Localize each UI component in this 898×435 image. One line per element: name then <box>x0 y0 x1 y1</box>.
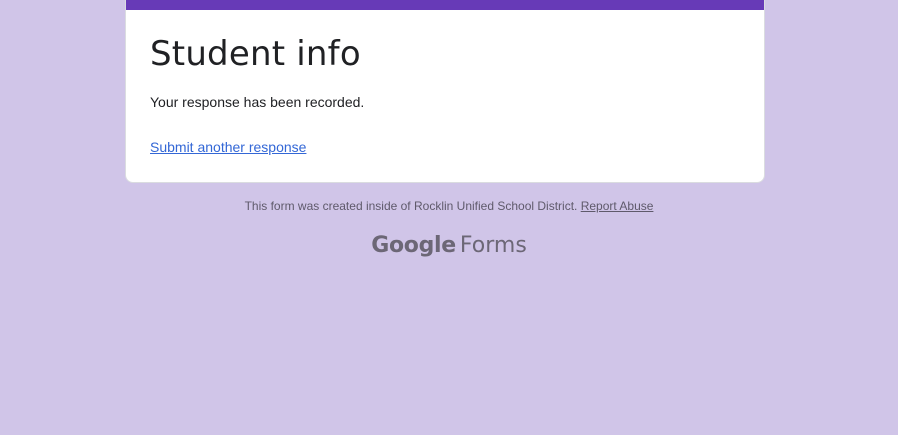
footer-note-text: This form was created inside of Rocklin … <box>244 199 581 213</box>
page: Student info Your response has been reco… <box>0 0 898 435</box>
confirmation-card: Student info Your response has been reco… <box>125 0 765 183</box>
confirmation-message: Your response has been recorded. <box>150 94 365 110</box>
brand-forms: Forms <box>459 233 527 258</box>
brand-google: Google <box>371 233 456 258</box>
submit-another-response-link[interactable]: Submit another response <box>150 139 306 155</box>
report-abuse-link[interactable]: Report Abuse <box>581 199 654 213</box>
card-accent-bar <box>126 0 764 10</box>
footer-note: This form was created inside of Rocklin … <box>0 199 898 213</box>
form-title: Student info <box>150 34 361 74</box>
google-forms-logo[interactable]: Google Forms <box>0 233 898 258</box>
